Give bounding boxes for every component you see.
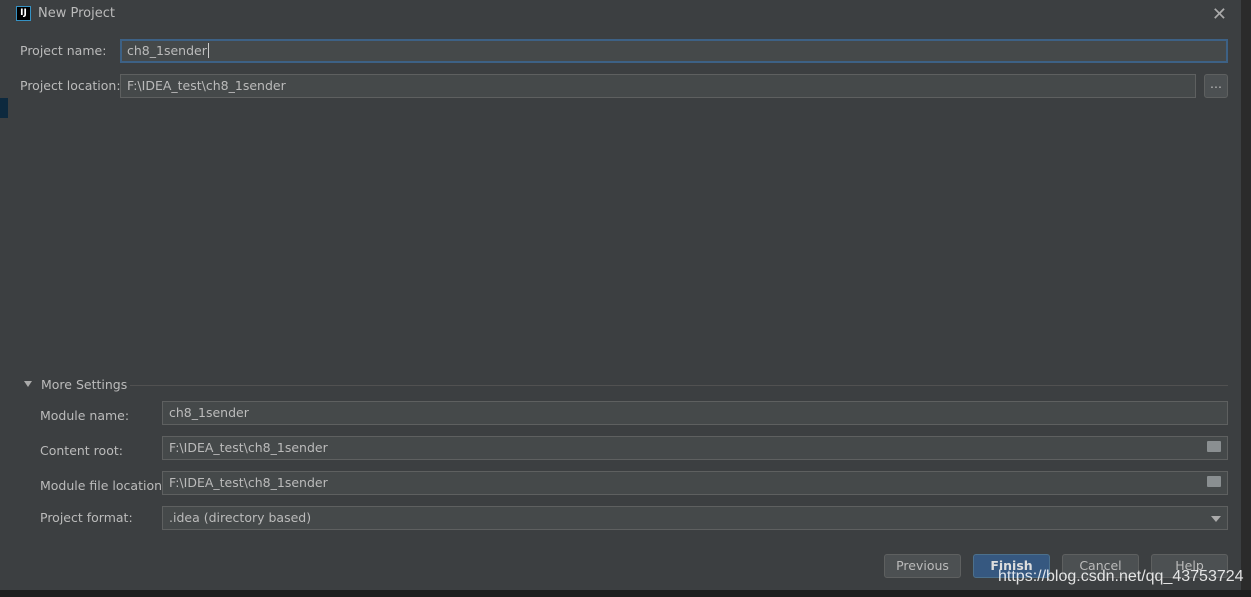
expand-triangle-icon[interactable]: [24, 381, 32, 387]
content-root-input[interactable]: F:\IDEA_test\ch8_1sender: [162, 436, 1228, 460]
background-ide: [0, 0, 8, 597]
intellij-logo-icon: IJ: [16, 6, 31, 21]
previous-button[interactable]: Previous: [884, 554, 961, 578]
folder-icon[interactable]: [1207, 476, 1221, 487]
dialog-title: New Project: [38, 6, 115, 21]
more-settings-toggle[interactable]: More Settings: [41, 377, 127, 392]
module-file-location-label: Module file location:: [40, 478, 167, 493]
background-ide-bottom: [0, 590, 1251, 597]
project-format-value: .idea (directory based): [169, 510, 312, 525]
close-icon[interactable]: ✕: [1212, 4, 1227, 25]
project-format-label: Project format:: [40, 510, 133, 525]
project-location-input[interactable]: F:\IDEA_test\ch8_1sender: [120, 74, 1196, 98]
browse-button[interactable]: ...: [1204, 74, 1228, 98]
project-format-select[interactable]: .idea (directory based): [162, 506, 1228, 530]
divider: [130, 385, 1228, 386]
chevron-down-icon: [1211, 516, 1221, 522]
project-location-label: Project location:: [20, 78, 121, 93]
title-bar: IJ New Project: [16, 6, 115, 21]
module-name-label: Module name:: [40, 408, 130, 423]
watermark: https://blog.csdn.net/qq_43753724: [998, 568, 1244, 585]
content-root-label: Content root:: [40, 443, 123, 458]
project-name-label: Project name:: [20, 43, 107, 58]
module-file-location-input[interactable]: F:\IDEA_test\ch8_1sender: [162, 471, 1228, 495]
module-file-location-value: F:\IDEA_test\ch8_1sender: [169, 475, 328, 490]
project-name-value: ch8_1sender: [127, 43, 207, 58]
background-selection: [0, 98, 8, 118]
new-project-dialog: IJ New Project ✕ Project name: ch8_1send…: [8, 0, 1242, 590]
content-root-value: F:\IDEA_test\ch8_1sender: [169, 440, 328, 455]
module-name-input[interactable]: ch8_1sender: [162, 401, 1228, 425]
project-name-input[interactable]: ch8_1sender: [120, 39, 1228, 63]
folder-icon[interactable]: [1207, 441, 1221, 452]
